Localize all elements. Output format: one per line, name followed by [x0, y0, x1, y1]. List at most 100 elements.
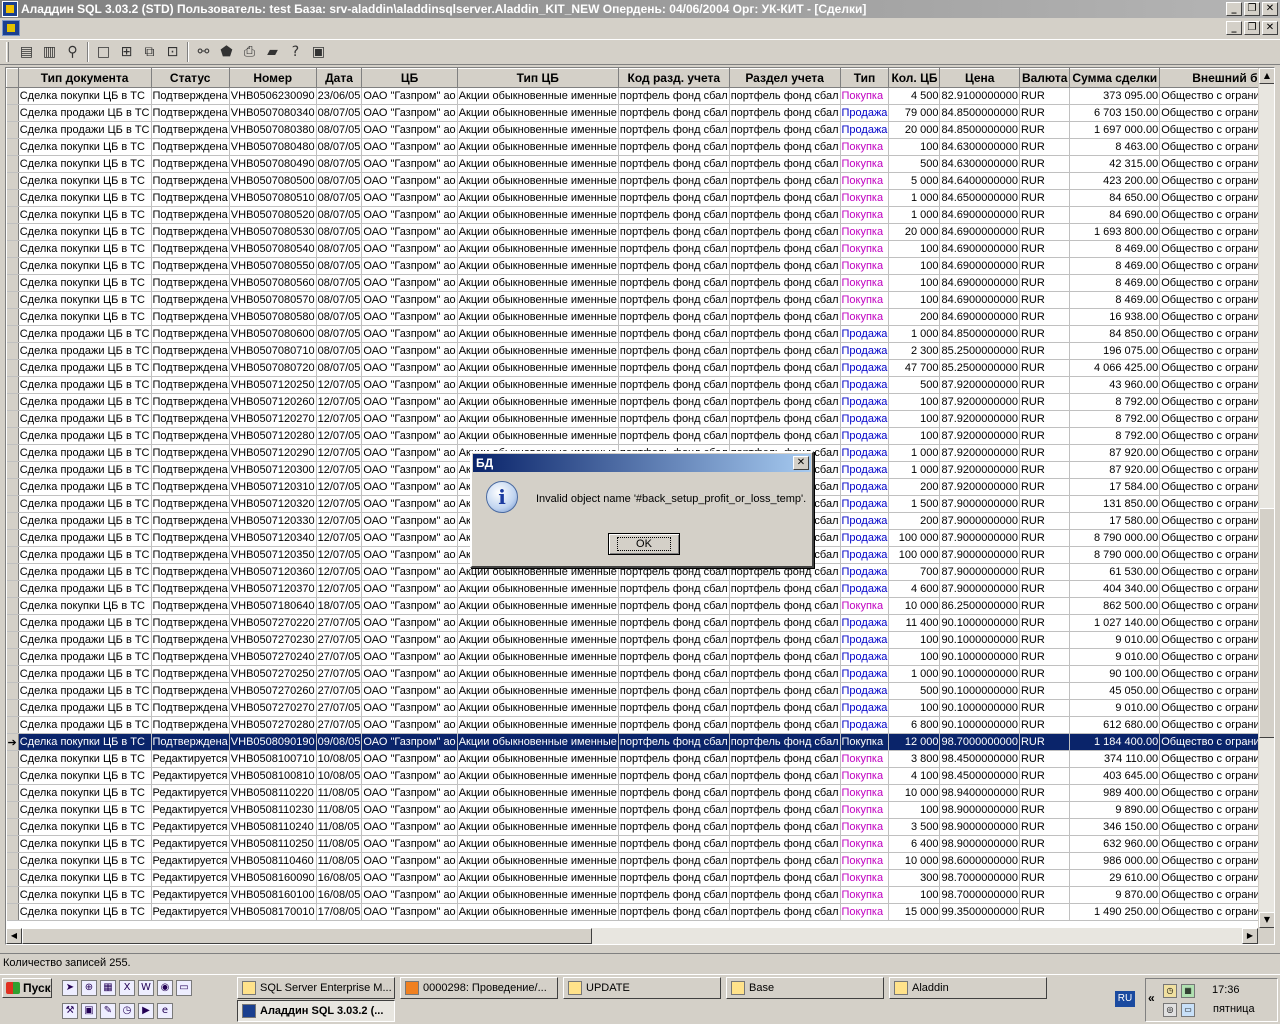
table-cell[interactable]: Сделка покупки ЦБ в ТС [18, 801, 152, 819]
table-cell[interactable]: Подтверждена [151, 614, 230, 632]
table-cell[interactable]: 98.7000000000 [939, 869, 1020, 887]
table-cell[interactable]: ОАО "Газпром" ао [361, 342, 458, 360]
table-cell[interactable]: портфель фонд сбал [729, 903, 841, 921]
table-cell[interactable]: 84.6900000000 [939, 240, 1020, 258]
table-cell[interactable]: портфель фонд сбал [729, 274, 841, 292]
table-cell[interactable]: портфель фонд сбал [729, 682, 841, 700]
table-cell[interactable]: ОАО "Газпром" ао [361, 308, 458, 326]
table-cell[interactable]: Подтверждена [151, 444, 230, 462]
table-cell[interactable]: ОАО "Газпром" ао [361, 138, 458, 156]
table-cell[interactable]: ОАО "Газпром" ао [361, 835, 458, 853]
table-cell[interactable]: RUR [1019, 104, 1071, 122]
table-row[interactable]: Сделка продажи ЦБ в ТС Подтверждена VHB050… [6, 682, 1274, 700]
table-cell[interactable]: Сделка продажи ЦБ в ТС [18, 359, 152, 377]
table-cell[interactable]: 12/07/05 [316, 461, 363, 479]
table-row[interactable]: Сделка покупки ЦБ в ТС Подтверждена VHB050… [6, 291, 1274, 309]
table-cell[interactable]: RUR [1019, 546, 1071, 564]
column-header[interactable]: Дата [315, 68, 363, 88]
row-indicator[interactable] [6, 342, 19, 360]
table-cell[interactable]: Покупка [840, 597, 890, 615]
table-cell[interactable]: Акции обыкновенные именные [457, 427, 619, 445]
table-cell[interactable]: 84.6500000000 [939, 189, 1020, 207]
row-indicator[interactable] [6, 257, 19, 275]
table-row[interactable]: Сделка продажи ЦБ в ТС Подтверждена VHB050… [6, 716, 1274, 734]
table-cell[interactable]: 100 [888, 257, 941, 275]
table-cell[interactable]: 15 000 [888, 903, 941, 921]
table-cell[interactable]: Продажа [840, 478, 890, 496]
table-cell[interactable]: 12/07/05 [316, 393, 363, 411]
table-cell[interactable]: 8 790 000.00 [1069, 529, 1161, 547]
table-cell[interactable]: 84 690.00 [1069, 206, 1161, 224]
table-cell[interactable]: Покупка [840, 291, 890, 309]
table-cell[interactable]: RUR [1019, 359, 1071, 377]
row-indicator[interactable] [6, 767, 19, 785]
table-cell[interactable]: RUR [1019, 172, 1071, 190]
table-cell[interactable]: 404 340.00 [1069, 580, 1161, 598]
table-cell[interactable]: Продажа [840, 121, 890, 139]
table-cell[interactable]: портфель фонд сбал [729, 138, 841, 156]
table-cell[interactable]: ОАО "Газпром" ао [361, 886, 458, 904]
table-cell[interactable]: 100 [888, 699, 941, 717]
table-cell[interactable]: Акции обыкновенные именные [457, 699, 619, 717]
table-cell[interactable]: ОАО "Газпром" ао [361, 818, 458, 836]
table-cell[interactable]: ОАО "Газпром" ао [361, 869, 458, 887]
table-cell[interactable]: 632 960.00 [1069, 835, 1161, 853]
table-cell[interactable]: 9 010.00 [1069, 631, 1161, 649]
table-cell[interactable]: 11/08/05 [316, 801, 363, 819]
table-row[interactable]: Сделка покупки ЦБ в ТС Подтверждена VHB050… [6, 274, 1274, 292]
close-button[interactable]: ✕ [1262, 2, 1278, 16]
table-cell[interactable]: VHB0507270260 [229, 682, 317, 700]
table-cell[interactable]: 12/07/05 [316, 563, 363, 581]
table-cell[interactable]: Сделка продажи ЦБ в ТС [18, 699, 152, 717]
table-cell[interactable]: RUR [1019, 495, 1071, 513]
table-cell[interactable]: портфель фонд сбал [618, 631, 730, 649]
table-cell[interactable]: RUR [1019, 835, 1071, 853]
table-cell[interactable]: RUR [1019, 512, 1071, 530]
row-indicator[interactable] [6, 376, 19, 394]
task-aladdin-sql[interactable]: Аладдин SQL 3.03.2 (... [237, 1000, 395, 1022]
table-cell[interactable]: Сделка продажи ЦБ в ТС [18, 444, 152, 462]
table-cell[interactable]: ОАО "Газпром" ао [361, 546, 458, 564]
table-cell[interactable]: Акции обыкновенные именные [457, 291, 619, 309]
table-cell[interactable]: 200 [888, 478, 941, 496]
table-cell[interactable]: Подтверждена [151, 189, 230, 207]
table-cell[interactable]: Подтверждена [151, 682, 230, 700]
table-cell[interactable]: Акции обыкновенные именные [457, 869, 619, 887]
table-cell[interactable]: VHB0507080340 [229, 104, 317, 122]
table-cell[interactable]: Акции обыкновенные именные [457, 359, 619, 377]
table-cell[interactable]: Редактируется [151, 801, 230, 819]
table-cell[interactable]: 45 050.00 [1069, 682, 1161, 700]
table-cell[interactable]: VHB0508110220 [229, 784, 317, 802]
table-cell[interactable]: 87.9000000000 [939, 529, 1020, 547]
row-indicator[interactable] [6, 903, 19, 921]
table-cell[interactable]: портфель фонд сбал [618, 580, 730, 598]
table-cell[interactable]: Акции обыкновенные именные [457, 376, 619, 394]
table-cell[interactable]: VHB0507080720 [229, 359, 317, 377]
table-cell[interactable]: 100 [888, 427, 941, 445]
table-cell[interactable]: Сделка продажи ЦБ в ТС [18, 342, 152, 360]
table-cell[interactable]: RUR [1019, 478, 1071, 496]
table-cell[interactable]: 82.9100000000 [939, 87, 1020, 105]
table-cell[interactable]: 200 [888, 512, 941, 530]
table-cell[interactable]: VHB0507080550 [229, 257, 317, 275]
table-cell[interactable]: 100 [888, 886, 941, 904]
table-row[interactable]: Сделка покупки ЦБ в ТС Редактируется VHB05… [6, 886, 1274, 904]
tray-monitor-icon[interactable]: ▭ [1181, 1003, 1195, 1017]
table-cell[interactable]: 90.1000000000 [939, 699, 1020, 717]
table-cell[interactable]: 84.6900000000 [939, 206, 1020, 224]
table-cell[interactable]: Сделка покупки ЦБ в ТС [18, 87, 152, 105]
arrange-icon[interactable]: ⊡ [161, 41, 184, 63]
table-row[interactable]: Сделка продажи ЦБ в ТС Подтверждена VHB050… [6, 665, 1274, 683]
table-cell[interactable]: Покупка [840, 852, 890, 870]
task-folder-base[interactable]: Base [726, 977, 884, 999]
table-cell[interactable]: RUR [1019, 325, 1071, 343]
table-cell[interactable]: Подтверждена [151, 206, 230, 224]
table-cell[interactable]: ОАО "Газпром" ао [361, 682, 458, 700]
table-cell[interactable]: Акции обыкновенные именные [457, 903, 619, 921]
table-cell[interactable]: Продажа [840, 359, 890, 377]
table-cell[interactable]: ОАО "Газпром" ао [361, 427, 458, 445]
row-indicator[interactable] [6, 801, 19, 819]
table-cell[interactable]: Покупка [840, 274, 890, 292]
table-cell[interactable]: 84.6900000000 [939, 274, 1020, 292]
table-cell[interactable]: Подтверждена [151, 512, 230, 530]
